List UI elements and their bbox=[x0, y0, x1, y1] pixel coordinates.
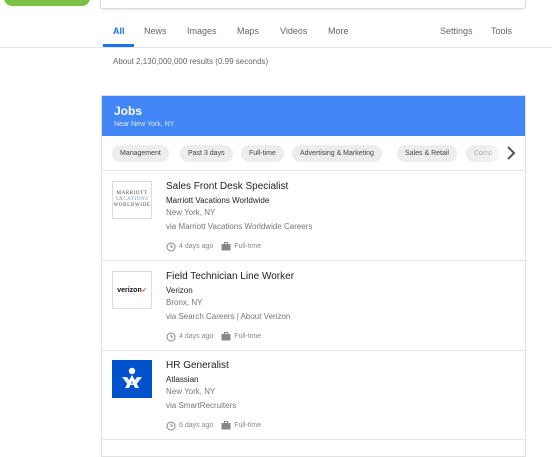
job-listing[interactable]: verizon✓ Field Technician Line Worker Ve… bbox=[102, 261, 525, 351]
job-source: via SmartRecruiters bbox=[166, 401, 237, 410]
job-type: Full-time bbox=[234, 243, 262, 250]
chip-past-3-days[interactable]: Past 3 days bbox=[180, 145, 233, 162]
jobs-card: Jobs Near New York, NY Management Past 3… bbox=[101, 95, 526, 457]
job-company: Atlassian bbox=[166, 375, 199, 384]
job-posted: 6 days ago bbox=[179, 422, 214, 429]
job-listing[interactable]: HR Generalist Atlassian New York, NY via… bbox=[102, 350, 525, 440]
job-title: Field Technician Line Worker bbox=[166, 271, 295, 282]
atlassian-logo bbox=[122, 367, 142, 388]
top-bar: All News Images Maps Videos More Setting… bbox=[0, 0, 552, 48]
job-source: via Marriott Vacations Worldwide Careers bbox=[166, 222, 313, 231]
search-nav: All News Images Maps Videos More Setting… bbox=[0, 20, 552, 46]
job-posted: 4 days ago bbox=[179, 333, 214, 340]
chip-management[interactable]: Management bbox=[112, 145, 169, 162]
job-listing[interactable]: MARRIOTT VACATIONS WORLDWIDE Sales Front… bbox=[102, 171, 525, 261]
job-location: Bronx, NY bbox=[166, 298, 203, 307]
briefcase-icon bbox=[221, 332, 231, 341]
logo-text: verizon bbox=[117, 286, 142, 294]
clock-icon bbox=[166, 242, 176, 251]
job-meta: 6 days ago Full-time bbox=[166, 420, 261, 431]
tab-images[interactable]: Images bbox=[187, 26, 217, 36]
job-location: New York, NY bbox=[166, 387, 216, 396]
active-tab-indicator bbox=[103, 44, 134, 47]
job-meta: 4 days ago Full-time bbox=[166, 331, 261, 342]
jobs-location: Near New York, NY bbox=[114, 121, 175, 128]
job-title: Sales Front Desk Specialist bbox=[166, 181, 289, 192]
marriott-logo: MARRIOTT VACATIONS WORLDWIDE bbox=[114, 191, 151, 209]
settings-link[interactable]: Settings bbox=[440, 26, 473, 36]
verizon-logo: verizon✓ bbox=[117, 287, 147, 294]
briefcase-icon bbox=[221, 242, 231, 251]
chip-advertising-marketing[interactable]: Advertising & Marketing bbox=[292, 145, 382, 162]
tab-news[interactable]: News bbox=[144, 26, 167, 36]
clock-icon bbox=[166, 421, 176, 430]
tab-maps[interactable]: Maps bbox=[237, 26, 259, 36]
check-icon: ✓ bbox=[141, 287, 147, 294]
site-logo[interactable] bbox=[4, 0, 90, 6]
job-location: New York, NY bbox=[166, 208, 216, 217]
filter-chips: Management Past 3 days Full-time Adverti… bbox=[102, 136, 525, 171]
job-company: Marriott Vacations Worldwide bbox=[166, 196, 270, 205]
company-logo bbox=[112, 360, 152, 398]
job-title: HR Generalist bbox=[166, 360, 229, 371]
search-input[interactable] bbox=[100, 0, 526, 9]
jobs-header[interactable]: Jobs Near New York, NY bbox=[102, 96, 525, 136]
tab-more[interactable]: More bbox=[328, 26, 349, 36]
tab-all[interactable]: All bbox=[113, 26, 125, 36]
job-company: Verizon bbox=[166, 286, 193, 295]
briefcase-icon bbox=[221, 421, 231, 430]
jobs-title: Jobs bbox=[114, 104, 143, 118]
job-meta: 4 days ago Full-time bbox=[166, 241, 261, 252]
clock-icon bbox=[166, 332, 176, 341]
job-source: via Search Careers | About Verizon bbox=[166, 312, 291, 321]
chip-full-time[interactable]: Full-time bbox=[241, 145, 284, 162]
result-stats: About 2,130,000,000 results (0.99 second… bbox=[113, 57, 269, 66]
tools-link[interactable]: Tools bbox=[491, 26, 512, 36]
chevron-right-icon[interactable] bbox=[503, 145, 519, 161]
logo-line: WORLDWIDE bbox=[113, 203, 151, 208]
job-type: Full-time bbox=[234, 333, 262, 340]
job-type: Full-time bbox=[234, 422, 262, 429]
chip-sales-retail[interactable]: Sales & Retail bbox=[397, 145, 457, 162]
tab-videos[interactable]: Videos bbox=[280, 26, 307, 36]
company-logo: MARRIOTT VACATIONS WORLDWIDE bbox=[112, 181, 152, 219]
company-logo: verizon✓ bbox=[112, 271, 152, 309]
job-posted: 4 days ago bbox=[179, 243, 214, 250]
